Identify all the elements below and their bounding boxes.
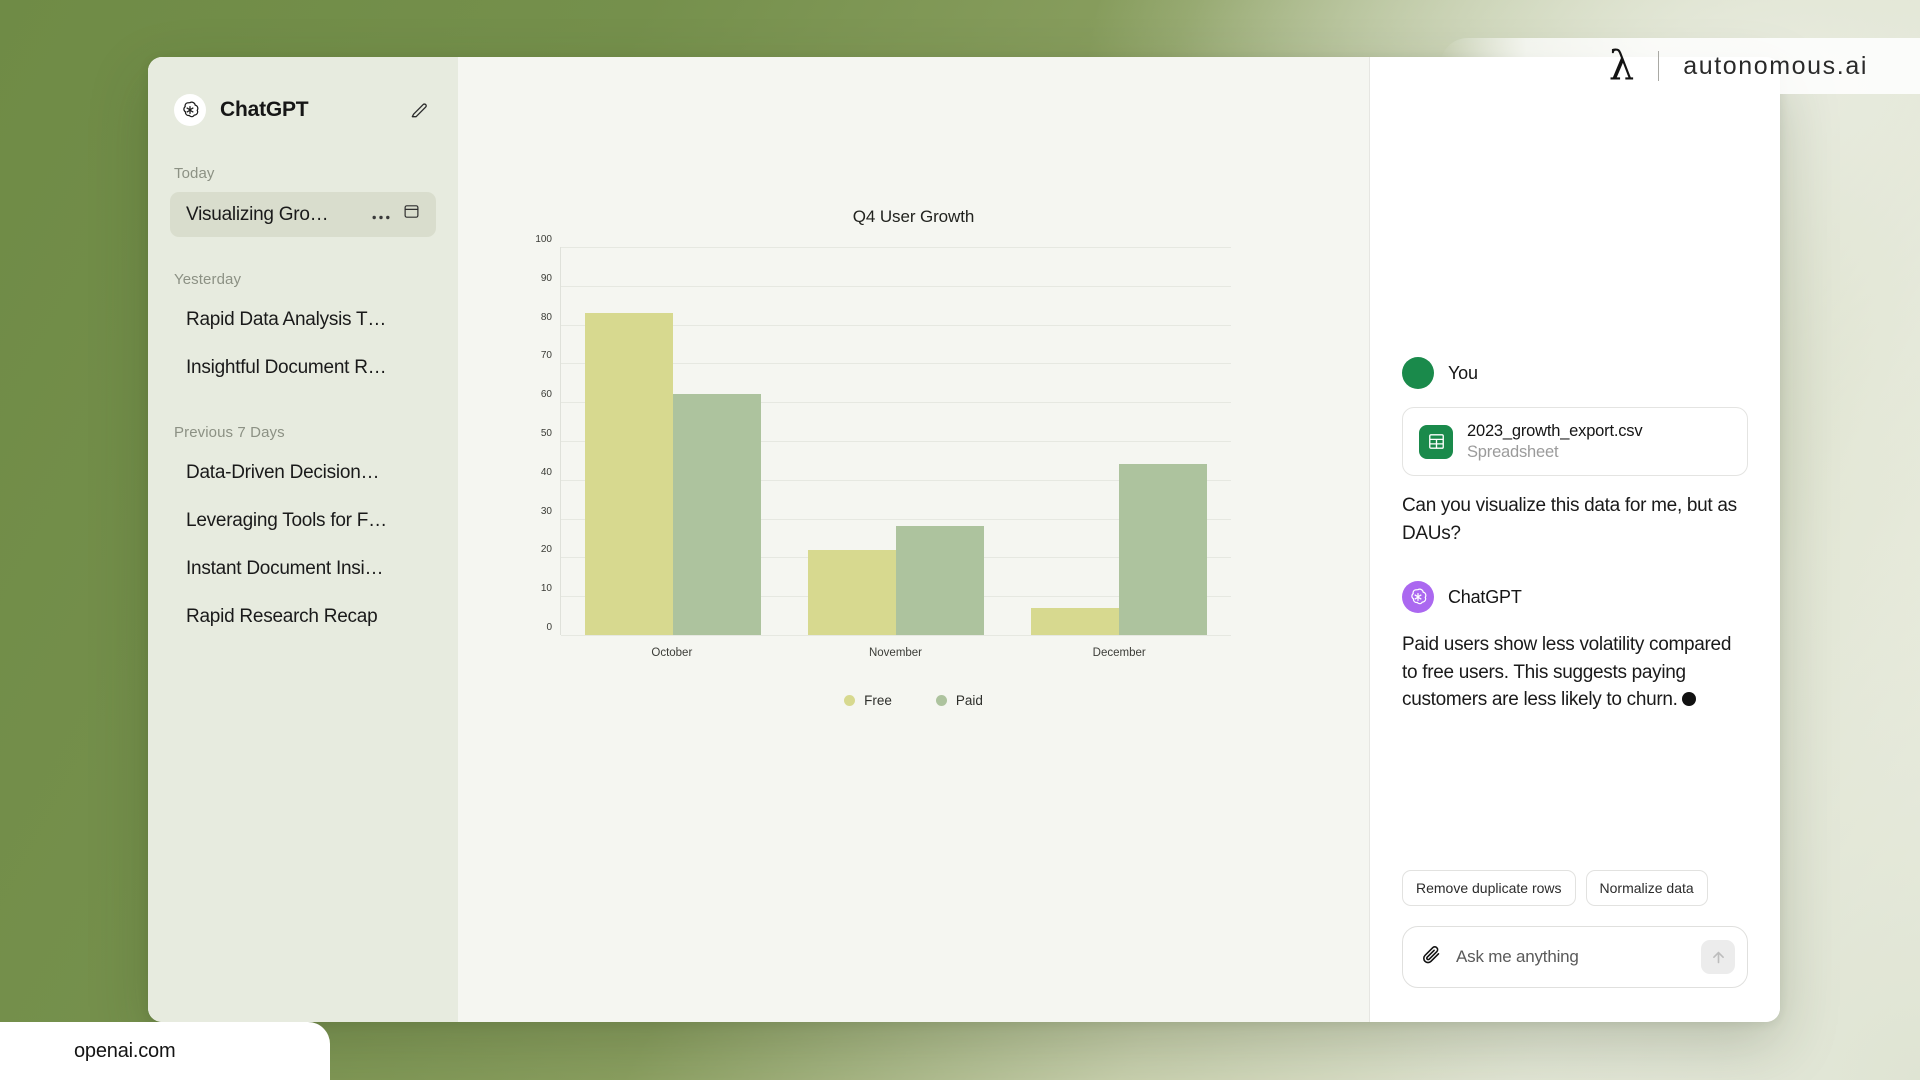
chart-y-tick-label: 60 xyxy=(540,389,552,401)
typing-cursor-icon xyxy=(1681,692,1696,707)
assistant-message-text: Paid users show less volatility compared… xyxy=(1402,631,1748,714)
sidebar-item-label: Instant Document Insi… xyxy=(186,558,384,579)
chart-canvas: Q4 User Growth 0 10 20 30 40 50 60 70 80 90 100 Oc… xyxy=(458,57,1370,1022)
send-button[interactable] xyxy=(1701,940,1735,974)
chart-bar xyxy=(672,394,761,635)
chart-y-tick-label: 10 xyxy=(540,583,552,595)
archive-icon[interactable] xyxy=(403,203,420,226)
sidebar-group-label: Yesterday xyxy=(174,271,242,288)
chart-bar xyxy=(895,526,984,635)
chart-y-tick-label: 0 xyxy=(546,622,552,633)
chart-legend-item[interactable]: Paid xyxy=(935,693,983,708)
sidebar-item-rapid-data-analysis[interactable]: Rapid Data Analysis T… xyxy=(170,298,436,342)
chatgpt-window: ChatGPT Today Visualizing Gro… Yesterday… xyxy=(148,57,1780,1022)
chart-bar-group xyxy=(1008,247,1231,635)
user-message-text: Can you visualize this data for me, but … xyxy=(1402,495,1737,544)
lambda-logo-icon: λ xyxy=(1608,43,1635,89)
chart-bar-group xyxy=(561,247,784,635)
sidebar-group-yesterday: Yesterday Rapid Data Analysis T… Insight… xyxy=(148,237,458,390)
ellipsis-icon[interactable] xyxy=(372,204,390,226)
openai-watermark: openai.com xyxy=(0,1022,330,1080)
suggestion-remove-duplicate-rows[interactable]: Remove duplicate rows xyxy=(1402,870,1576,906)
chart-title: Q4 User Growth xyxy=(852,207,975,226)
chart-legend-item[interactable]: Free xyxy=(844,693,892,708)
chart-gridline: 0 xyxy=(546,622,1231,636)
sidebar-item-label: Visualizing Gro… xyxy=(186,203,329,225)
sidebar-item-instant-document-insights[interactable]: Instant Document Insi… xyxy=(170,547,436,591)
sidebar-item-leveraging-tools[interactable]: Leveraging Tools for F… xyxy=(170,499,436,543)
suggestion-chips: Remove duplicate rows Normalize data xyxy=(1402,870,1748,906)
legend-color-swatch xyxy=(844,695,856,706)
chart-x-tick-label: November xyxy=(868,647,923,659)
watermark-text: openai.com xyxy=(74,1039,176,1062)
sidebar-group-previous-7-days: Previous 7 Days Data-Driven Decision… Le… xyxy=(148,390,458,639)
chart-y-tick-label: 30 xyxy=(540,505,552,517)
sidebar-item-label: Rapid Research Recap xyxy=(186,606,378,627)
attachment-name: 2023_growth_export.csv xyxy=(1467,422,1643,440)
chart-legend: Free Paid xyxy=(518,693,1309,708)
openai-logo-icon xyxy=(174,94,206,126)
autonomous-branding: λ autonomous.ai xyxy=(1440,38,1920,94)
attachment-kind: Spreadsheet xyxy=(1467,442,1559,461)
chat-messages: You 2023_growth_export.csv Spreadsheet C… xyxy=(1402,57,1748,870)
sidebar-item-data-driven-decision[interactable]: Data-Driven Decision… xyxy=(170,451,436,495)
user-message-header: You xyxy=(1402,357,1748,389)
sidebar: ChatGPT Today Visualizing Gro… Yesterday… xyxy=(148,57,458,1022)
chart-y-tick-label: 50 xyxy=(540,428,552,439)
legend-label: Paid xyxy=(955,693,983,708)
avatar xyxy=(1402,357,1434,389)
chart-y-tick-label: 90 xyxy=(540,272,552,284)
chart-y-tick-label: 20 xyxy=(540,544,552,556)
sidebar-item-label: Leveraging Tools for F… xyxy=(186,510,387,531)
sidebar-header: ChatGPT xyxy=(148,83,458,131)
chart-bar xyxy=(1031,607,1120,635)
chat-panel: You 2023_growth_export.csv Spreadsheet C… xyxy=(1370,57,1780,1022)
message-author: You xyxy=(1448,362,1478,383)
chart-y-tick-label: 100 xyxy=(535,234,552,245)
suggestion-normalize-data[interactable]: Normalize data xyxy=(1585,870,1708,906)
chart-x-tick-label: October xyxy=(651,647,693,659)
chart-y-tick-label: 70 xyxy=(540,350,552,362)
compose-pencil-icon[interactable] xyxy=(406,97,432,123)
sidebar-item-label: Data-Driven Decision… xyxy=(186,462,380,483)
chart-plot-area: 0 10 20 30 40 50 60 70 80 90 100 xyxy=(535,234,1231,636)
app-title: ChatGPT xyxy=(220,98,309,121)
sidebar-group-label: Previous 7 Days xyxy=(174,424,285,441)
legend-color-swatch xyxy=(935,695,947,706)
chart-bar-group xyxy=(784,247,1007,635)
paperclip-icon[interactable] xyxy=(1421,944,1442,970)
message-input[interactable]: Ask me anything xyxy=(1456,947,1701,967)
avatar xyxy=(1402,581,1434,614)
chart-bar xyxy=(584,312,673,635)
chart-y-tick-label: 80 xyxy=(540,311,552,323)
sidebar-item-rapid-research-recap[interactable]: Rapid Research Recap xyxy=(170,595,436,639)
sidebar-item-label: Insightful Document R… xyxy=(186,357,387,378)
chart-y-tick-label: 40 xyxy=(540,466,552,478)
divider xyxy=(1658,51,1660,81)
sidebar-group-label: Today xyxy=(174,165,215,182)
chart-x-axis-labels: October November December xyxy=(560,647,1231,659)
sidebar-group-today: Today Visualizing Gro… xyxy=(148,131,458,237)
spreadsheet-icon xyxy=(1419,424,1453,459)
message-composer[interactable]: Ask me anything xyxy=(1402,926,1748,988)
sidebar-item-insightful-document[interactable]: Insightful Document R… xyxy=(170,346,436,390)
chart-bars xyxy=(561,247,1231,635)
brand-wordmark: autonomous.ai xyxy=(1683,51,1868,80)
chart-x-tick-label: December xyxy=(1092,647,1146,659)
sidebar-item-label: Rapid Data Analysis T… xyxy=(186,309,387,330)
chart-container: Q4 User Growth 0 10 20 30 40 50 60 70 80 90 100 Oc… xyxy=(458,207,1369,708)
chart-bar xyxy=(807,549,896,635)
assistant-message-header: ChatGPT xyxy=(1402,581,1748,614)
chart-bar xyxy=(1119,464,1208,635)
message-author: ChatGPT xyxy=(1448,586,1522,607)
sidebar-item-visualizing-growth[interactable]: Visualizing Gro… xyxy=(170,192,436,237)
attachment-card[interactable]: 2023_growth_export.csv Spreadsheet xyxy=(1402,407,1748,477)
legend-label: Free xyxy=(864,693,892,708)
